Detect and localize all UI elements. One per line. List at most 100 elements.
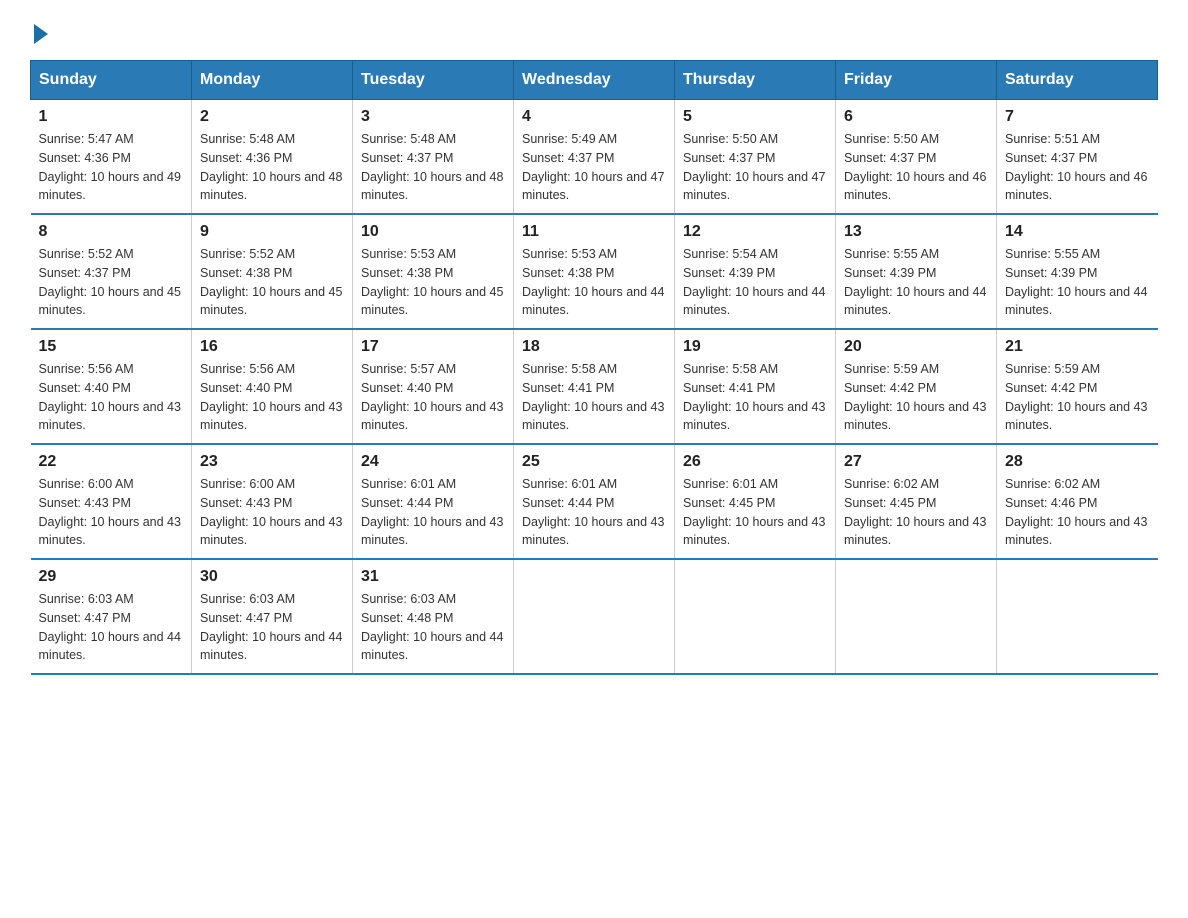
day-info: Sunrise: 5:57 AMSunset: 4:40 PMDaylight:…	[361, 362, 503, 432]
day-info: Sunrise: 5:48 AMSunset: 4:36 PMDaylight:…	[200, 132, 342, 202]
logo	[30, 20, 48, 40]
day-number: 8	[39, 223, 184, 241]
day-info: Sunrise: 5:52 AMSunset: 4:37 PMDaylight:…	[39, 247, 181, 317]
weekday-header-monday: Monday	[192, 61, 353, 100]
calendar-cell: 1 Sunrise: 5:47 AMSunset: 4:36 PMDayligh…	[31, 100, 192, 215]
calendar-cell: 28 Sunrise: 6:02 AMSunset: 4:46 PMDaylig…	[997, 444, 1158, 559]
day-info: Sunrise: 5:47 AMSunset: 4:36 PMDaylight:…	[39, 132, 181, 202]
day-number: 28	[1005, 453, 1150, 471]
calendar-week-row: 1 Sunrise: 5:47 AMSunset: 4:36 PMDayligh…	[31, 100, 1158, 215]
day-info: Sunrise: 6:03 AMSunset: 4:47 PMDaylight:…	[39, 592, 181, 662]
day-number: 17	[361, 338, 505, 356]
day-number: 10	[361, 223, 505, 241]
day-info: Sunrise: 5:58 AMSunset: 4:41 PMDaylight:…	[683, 362, 825, 432]
calendar-cell: 22 Sunrise: 6:00 AMSunset: 4:43 PMDaylig…	[31, 444, 192, 559]
calendar-cell: 24 Sunrise: 6:01 AMSunset: 4:44 PMDaylig…	[353, 444, 514, 559]
day-number: 30	[200, 568, 344, 586]
calendar-cell: 10 Sunrise: 5:53 AMSunset: 4:38 PMDaylig…	[353, 214, 514, 329]
day-info: Sunrise: 5:55 AMSunset: 4:39 PMDaylight:…	[844, 247, 986, 317]
calendar-cell: 2 Sunrise: 5:48 AMSunset: 4:36 PMDayligh…	[192, 100, 353, 215]
day-info: Sunrise: 6:03 AMSunset: 4:47 PMDaylight:…	[200, 592, 342, 662]
day-info: Sunrise: 5:56 AMSunset: 4:40 PMDaylight:…	[200, 362, 342, 432]
day-number: 16	[200, 338, 344, 356]
day-info: Sunrise: 5:51 AMSunset: 4:37 PMDaylight:…	[1005, 132, 1147, 202]
day-number: 1	[39, 108, 184, 126]
day-info: Sunrise: 5:53 AMSunset: 4:38 PMDaylight:…	[361, 247, 503, 317]
day-number: 14	[1005, 223, 1150, 241]
day-info: Sunrise: 6:00 AMSunset: 4:43 PMDaylight:…	[39, 477, 181, 547]
calendar-cell: 9 Sunrise: 5:52 AMSunset: 4:38 PMDayligh…	[192, 214, 353, 329]
day-number: 25	[522, 453, 666, 471]
calendar-cell: 17 Sunrise: 5:57 AMSunset: 4:40 PMDaylig…	[353, 329, 514, 444]
calendar-cell: 26 Sunrise: 6:01 AMSunset: 4:45 PMDaylig…	[675, 444, 836, 559]
calendar-cell: 25 Sunrise: 6:01 AMSunset: 4:44 PMDaylig…	[514, 444, 675, 559]
calendar-week-row: 8 Sunrise: 5:52 AMSunset: 4:37 PMDayligh…	[31, 214, 1158, 329]
calendar-cell	[514, 559, 675, 674]
calendar-cell	[675, 559, 836, 674]
day-number: 21	[1005, 338, 1150, 356]
weekday-header-tuesday: Tuesday	[353, 61, 514, 100]
day-number: 24	[361, 453, 505, 471]
day-info: Sunrise: 6:01 AMSunset: 4:45 PMDaylight:…	[683, 477, 825, 547]
day-number: 23	[200, 453, 344, 471]
day-number: 3	[361, 108, 505, 126]
calendar-cell	[836, 559, 997, 674]
day-number: 19	[683, 338, 827, 356]
day-number: 11	[522, 223, 666, 241]
page-header	[30, 20, 1158, 40]
calendar-cell: 6 Sunrise: 5:50 AMSunset: 4:37 PMDayligh…	[836, 100, 997, 215]
day-info: Sunrise: 6:02 AMSunset: 4:46 PMDaylight:…	[1005, 477, 1147, 547]
calendar-cell: 31 Sunrise: 6:03 AMSunset: 4:48 PMDaylig…	[353, 559, 514, 674]
day-info: Sunrise: 6:01 AMSunset: 4:44 PMDaylight:…	[361, 477, 503, 547]
calendar-cell: 11 Sunrise: 5:53 AMSunset: 4:38 PMDaylig…	[514, 214, 675, 329]
calendar-cell	[997, 559, 1158, 674]
day-number: 9	[200, 223, 344, 241]
day-number: 18	[522, 338, 666, 356]
calendar-cell: 29 Sunrise: 6:03 AMSunset: 4:47 PMDaylig…	[31, 559, 192, 674]
day-number: 12	[683, 223, 827, 241]
day-info: Sunrise: 6:02 AMSunset: 4:45 PMDaylight:…	[844, 477, 986, 547]
weekday-header-wednesday: Wednesday	[514, 61, 675, 100]
day-number: 31	[361, 568, 505, 586]
day-info: Sunrise: 5:53 AMSunset: 4:38 PMDaylight:…	[522, 247, 664, 317]
day-number: 13	[844, 223, 988, 241]
weekday-header-sunday: Sunday	[31, 61, 192, 100]
calendar-cell: 12 Sunrise: 5:54 AMSunset: 4:39 PMDaylig…	[675, 214, 836, 329]
day-info: Sunrise: 5:58 AMSunset: 4:41 PMDaylight:…	[522, 362, 664, 432]
day-number: 5	[683, 108, 827, 126]
calendar-header-row: SundayMondayTuesdayWednesdayThursdayFrid…	[31, 61, 1158, 100]
calendar-cell: 30 Sunrise: 6:03 AMSunset: 4:47 PMDaylig…	[192, 559, 353, 674]
calendar-cell: 13 Sunrise: 5:55 AMSunset: 4:39 PMDaylig…	[836, 214, 997, 329]
calendar-week-row: 22 Sunrise: 6:00 AMSunset: 4:43 PMDaylig…	[31, 444, 1158, 559]
day-number: 6	[844, 108, 988, 126]
day-info: Sunrise: 6:03 AMSunset: 4:48 PMDaylight:…	[361, 592, 503, 662]
day-number: 4	[522, 108, 666, 126]
day-number: 29	[39, 568, 184, 586]
calendar-cell: 3 Sunrise: 5:48 AMSunset: 4:37 PMDayligh…	[353, 100, 514, 215]
calendar-cell: 19 Sunrise: 5:58 AMSunset: 4:41 PMDaylig…	[675, 329, 836, 444]
calendar-cell: 14 Sunrise: 5:55 AMSunset: 4:39 PMDaylig…	[997, 214, 1158, 329]
day-number: 22	[39, 453, 184, 471]
day-info: Sunrise: 5:48 AMSunset: 4:37 PMDaylight:…	[361, 132, 503, 202]
day-number: 20	[844, 338, 988, 356]
day-info: Sunrise: 5:54 AMSunset: 4:39 PMDaylight:…	[683, 247, 825, 317]
calendar-week-row: 15 Sunrise: 5:56 AMSunset: 4:40 PMDaylig…	[31, 329, 1158, 444]
calendar-cell: 15 Sunrise: 5:56 AMSunset: 4:40 PMDaylig…	[31, 329, 192, 444]
day-info: Sunrise: 5:50 AMSunset: 4:37 PMDaylight:…	[683, 132, 825, 202]
calendar-cell: 4 Sunrise: 5:49 AMSunset: 4:37 PMDayligh…	[514, 100, 675, 215]
day-info: Sunrise: 5:55 AMSunset: 4:39 PMDaylight:…	[1005, 247, 1147, 317]
calendar-cell: 7 Sunrise: 5:51 AMSunset: 4:37 PMDayligh…	[997, 100, 1158, 215]
calendar-cell: 8 Sunrise: 5:52 AMSunset: 4:37 PMDayligh…	[31, 214, 192, 329]
day-number: 2	[200, 108, 344, 126]
calendar-cell: 23 Sunrise: 6:00 AMSunset: 4:43 PMDaylig…	[192, 444, 353, 559]
day-number: 15	[39, 338, 184, 356]
day-number: 7	[1005, 108, 1150, 126]
calendar-table: SundayMondayTuesdayWednesdayThursdayFrid…	[30, 60, 1158, 675]
day-number: 26	[683, 453, 827, 471]
day-info: Sunrise: 6:00 AMSunset: 4:43 PMDaylight:…	[200, 477, 342, 547]
day-info: Sunrise: 5:59 AMSunset: 4:42 PMDaylight:…	[844, 362, 986, 432]
day-info: Sunrise: 5:56 AMSunset: 4:40 PMDaylight:…	[39, 362, 181, 432]
day-info: Sunrise: 5:52 AMSunset: 4:38 PMDaylight:…	[200, 247, 342, 317]
day-info: Sunrise: 5:50 AMSunset: 4:37 PMDaylight:…	[844, 132, 986, 202]
calendar-week-row: 29 Sunrise: 6:03 AMSunset: 4:47 PMDaylig…	[31, 559, 1158, 674]
